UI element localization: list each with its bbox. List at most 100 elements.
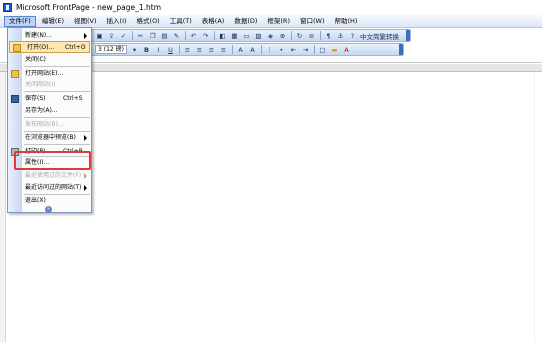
file-menu-recent-files[interactable]: 最近使用过的文件(F) xyxy=(8,170,91,182)
menu-edit[interactable]: 编辑(E) xyxy=(38,16,68,27)
underline-button[interactable]: U xyxy=(166,45,175,54)
toolbar-options-icon[interactable] xyxy=(399,44,403,55)
menu-format[interactable]: 格式(O) xyxy=(133,16,164,27)
font-color-icon[interactable]: A xyxy=(342,45,351,54)
italic-button[interactable]: I xyxy=(154,45,163,54)
increase-indent-icon[interactable]: ⇥ xyxy=(301,45,310,54)
menu-item-label: 保存(S) xyxy=(25,95,46,102)
file-menu-open[interactable]: 打开(O)... Ctrl+O xyxy=(9,41,90,53)
file-menu-save-as[interactable]: 另存为(A)... xyxy=(8,105,91,117)
file-menu-close-site[interactable]: 关闭网站(I) xyxy=(8,79,91,91)
decrease-indent-icon[interactable]: ⇤ xyxy=(289,45,298,54)
justify-icon[interactable]: ≡ xyxy=(219,45,228,54)
menu-separator xyxy=(24,117,90,118)
menu-item-label: 发布网站(B)... xyxy=(25,121,64,128)
menu-view[interactable]: 视图(V) xyxy=(70,16,101,27)
submenu-arrow-icon xyxy=(84,185,87,191)
submenu-arrow-icon xyxy=(84,173,87,179)
borders-icon[interactable]: ▢ xyxy=(318,45,327,54)
file-menu-recent-sites[interactable]: 最近访问过的网站(T) xyxy=(8,182,91,194)
menu-item-label: 打开网站(E)... xyxy=(25,70,64,77)
menu-separator xyxy=(24,91,90,92)
standard-toolbar: ▣ ⇪ ✓ ✂ ❐ ▤ ✎ ↶ ↷ ◧ ▦ ▭ ▨ ◈ ⊕ ↻ ⊘ ¶ ⚓ ? … xyxy=(91,29,411,42)
toolbar-options-icon[interactable] xyxy=(406,30,410,41)
toolbar-separator xyxy=(291,31,292,40)
refresh-icon[interactable]: ↻ xyxy=(295,31,304,40)
font-size-select[interactable]: 3 (12 磅) xyxy=(95,45,127,54)
publish-icon[interactable]: ⇪ xyxy=(107,31,116,40)
highlight-color-icon[interactable]: ▬ xyxy=(330,45,339,54)
help-icon[interactable]: ? xyxy=(348,31,357,40)
ime-convert-button[interactable]: 中文简繁转换 xyxy=(360,31,399,41)
insert-table-icon[interactable]: ▦ xyxy=(230,31,239,40)
redo-icon[interactable]: ↷ xyxy=(201,31,210,40)
toolbar-separator xyxy=(320,31,321,40)
open-folder-icon xyxy=(13,44,21,52)
menu-item-label: 在浏览器中预览(B) xyxy=(25,134,76,141)
menu-item-shortcut: Ctrl+O xyxy=(65,44,86,51)
web-component-icon[interactable]: ◧ xyxy=(218,31,227,40)
file-menu-save[interactable]: 保存(S) Ctrl+S xyxy=(8,93,91,105)
copy-icon[interactable]: ❐ xyxy=(148,31,157,40)
menu-item-label: 退出(X) xyxy=(25,197,46,204)
menu-data[interactable]: 数据(D) xyxy=(230,16,261,27)
frontpage-app-icon xyxy=(3,3,12,12)
open-site-icon xyxy=(11,70,19,78)
menu-separator xyxy=(24,144,90,145)
window-title: Microsoft FrontPage - new_page_1.htm xyxy=(16,3,162,12)
decrease-font-icon[interactable]: A xyxy=(248,45,257,54)
formatting-toolbar: 3 (12 磅) ▾ B I U ≡ ≡ ≡ ≡ A A ⋮ • ⇤ ⇥ ▢ ▬… xyxy=(91,43,404,56)
toolbar-separator xyxy=(132,31,133,40)
toolbar-separator xyxy=(231,45,233,54)
cut-icon[interactable]: ✂ xyxy=(136,31,145,40)
submenu-arrow-icon xyxy=(84,33,87,39)
menu-table[interactable]: 表格(A) xyxy=(198,16,229,27)
menu-insert[interactable]: 插入(I) xyxy=(103,16,131,27)
save-icon xyxy=(11,95,19,103)
menu-separator xyxy=(24,66,90,67)
menu-window[interactable]: 窗口(W) xyxy=(296,16,329,27)
file-menu-preview-in-browser[interactable]: 在浏览器中预览(B) xyxy=(8,132,91,144)
menu-item-shortcut: Ctrl+S xyxy=(63,95,83,102)
menu-item-label: 新建(N)... xyxy=(25,32,52,39)
align-center-icon[interactable]: ≡ xyxy=(195,45,204,54)
file-menu-publish-site[interactable]: 发布网站(B)... xyxy=(8,119,91,131)
format-painter-icon[interactable]: ✎ xyxy=(172,31,181,40)
bullets-icon[interactable]: • xyxy=(277,45,286,54)
toolbar-separator xyxy=(178,45,180,54)
bold-button[interactable]: B xyxy=(142,45,151,54)
align-right-icon[interactable]: ≡ xyxy=(207,45,216,54)
menu-item-label: 最近访问过的网站(T) xyxy=(25,184,82,191)
font-size-dropdown-icon[interactable]: ▾ xyxy=(130,45,139,54)
menu-help[interactable]: 帮助(H) xyxy=(330,16,361,27)
file-menu-dropdown: 新建(N)... 打开(O)... Ctrl+O 关闭(C) 打开网站(E)..… xyxy=(7,27,92,213)
align-left-icon[interactable]: ≡ xyxy=(183,45,192,54)
paste-icon[interactable]: ▤ xyxy=(160,31,169,40)
stop-icon[interactable]: ⊘ xyxy=(307,31,316,40)
file-menu-close[interactable]: 关闭(C) xyxy=(8,54,91,66)
show-all-icon[interactable]: ¶ xyxy=(324,31,333,40)
editor-edge xyxy=(534,72,535,342)
menu-item-label: 关闭网站(I) xyxy=(25,81,56,88)
hyperlink-icon[interactable]: ⊕ xyxy=(278,31,287,40)
toolbar-separator xyxy=(260,45,262,54)
annotation-highlight-box xyxy=(14,151,91,170)
spelling-icon[interactable]: ✓ xyxy=(119,31,128,40)
drawing-icon[interactable]: ◈ xyxy=(266,31,275,40)
code-icon[interactable]: ⚓ xyxy=(336,31,345,40)
numbering-icon[interactable]: ⋮ xyxy=(265,45,274,54)
expand-menu-chevron-icon[interactable]: » xyxy=(45,206,52,213)
menu-frames[interactable]: 框架(R) xyxy=(263,16,294,27)
submenu-arrow-icon xyxy=(84,135,87,141)
save-toolbar-icon[interactable]: ▣ xyxy=(95,31,104,40)
insert-picture-icon[interactable]: ▨ xyxy=(254,31,263,40)
menu-tools[interactable]: 工具(T) xyxy=(166,16,196,27)
menu-item-label: 打开(O)... xyxy=(27,44,55,51)
toolbar-separator xyxy=(185,31,186,40)
undo-icon[interactable]: ↶ xyxy=(189,31,198,40)
menu-item-label: 另存为(A)... xyxy=(25,107,58,114)
menu-file[interactable]: 文件(F) xyxy=(4,15,36,27)
title-bar: Microsoft FrontPage - new_page_1.htm xyxy=(0,0,542,15)
increase-font-icon[interactable]: A xyxy=(236,45,245,54)
insert-layer-icon[interactable]: ▭ xyxy=(242,31,251,40)
